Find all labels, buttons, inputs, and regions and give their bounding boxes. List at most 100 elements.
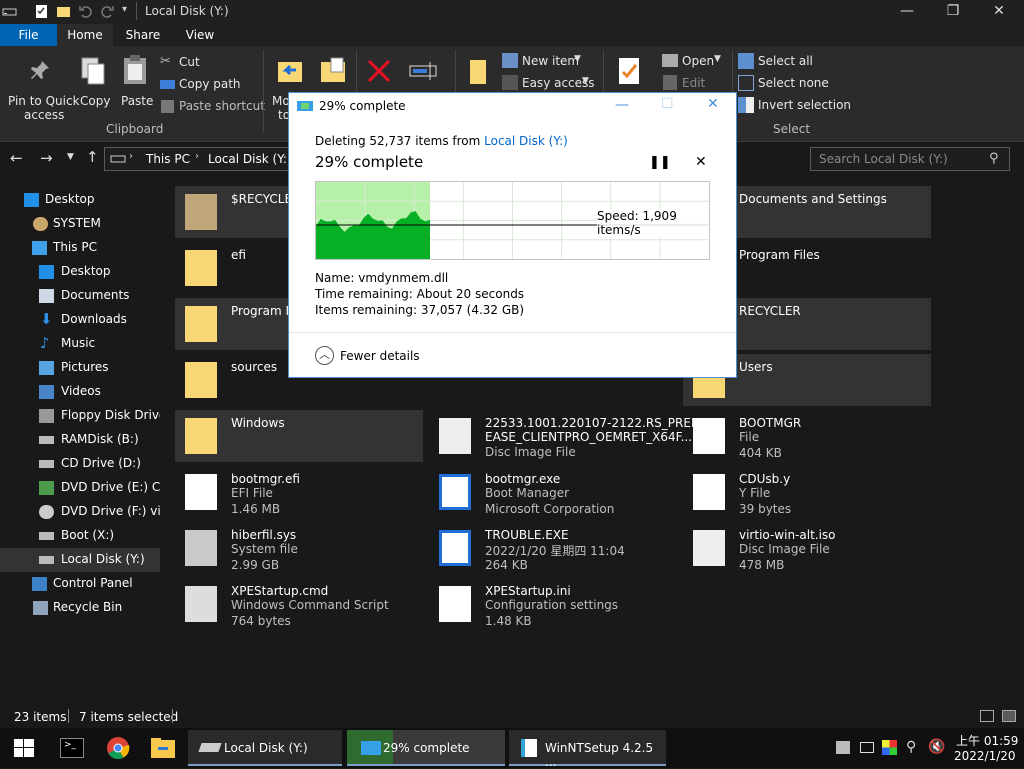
sidebar-item-cd-drive[interactable]: CD Drive (D:) — [0, 452, 160, 476]
keyboard-icon[interactable] — [860, 742, 874, 753]
taskbar-app-progress[interactable]: 29% complete — [347, 730, 505, 766]
list-item[interactable]: virtio-win-alt.iso Disc Image File 478 M… — [683, 522, 931, 574]
chrome-icon[interactable] — [106, 736, 130, 760]
sidebar-item-desktop-folder[interactable]: Desktop — [0, 260, 160, 284]
easy-access-button[interactable]: Easy access ▼ — [502, 74, 595, 92]
list-item[interactable]: Windows — [175, 410, 423, 462]
undo-icon[interactable] — [78, 4, 93, 19]
minimize-button[interactable]: — — [615, 97, 629, 113]
color-tray-icon[interactable] — [882, 740, 897, 755]
sidebar-item-pictures[interactable]: Pictures — [0, 356, 160, 380]
customize-quick-access-chevron-icon[interactable]: ▾ — [122, 4, 127, 15]
taskbar-app-local-disk[interactable]: Local Disk (Y:) — [188, 730, 342, 766]
pause-button[interactable]: ❚❚ — [649, 155, 671, 170]
command-prompt-icon[interactable]: >_ — [60, 738, 84, 758]
clock-time[interactable]: 上午 01:59 — [956, 732, 1018, 749]
sidebar-item-local-disk[interactable]: Local Disk (Y:) — [0, 548, 160, 572]
paste-button[interactable]: Paste — [118, 50, 154, 110]
file-explorer-icon[interactable] — [150, 737, 176, 759]
list-item[interactable]: bootmgr.exe Boot Manager Microsoft Corpo… — [429, 466, 677, 518]
sidebar-item-dvd-f[interactable]: DVD Drive (F:) virti — [0, 500, 160, 524]
sidebar-item-videos[interactable]: Videos — [0, 380, 160, 404]
list-item[interactable]: 22533.1001.220107-2122.RS_PREREL EASE_CL… — [429, 410, 714, 462]
sidebar-item-this-pc[interactable]: This PC — [0, 236, 160, 260]
copy-button[interactable]: Copy — [76, 50, 110, 110]
taskbar-app-winntsetup[interactable]: WinNTSetup 4.2.5 ... — [509, 730, 666, 769]
list-item[interactable]: BOOTMGR File 404 KB — [683, 410, 931, 462]
breadcrumb-local-disk[interactable]: Local Disk (Y:) — [208, 152, 292, 166]
pin-label-line2: access — [24, 108, 65, 122]
select-none-label: Select none — [758, 76, 829, 90]
drive-icon — [39, 556, 54, 564]
open-button[interactable]: Open ▼ — [662, 52, 732, 70]
select-none-button[interactable]: Select none — [738, 74, 838, 92]
cancel-button[interactable]: ✕ — [695, 154, 707, 170]
new-folder-button[interactable] — [460, 50, 496, 90]
back-arrow-icon[interactable]: ← — [10, 149, 23, 167]
new-folder-icon[interactable] — [56, 4, 71, 19]
sidebar-item-music[interactable]: ♪ Music — [0, 332, 160, 356]
maximize-button[interactable]: ❐ — [930, 0, 976, 24]
clock-date[interactable]: 2022/1/20 — [954, 749, 1016, 763]
recent-locations-chevron-icon[interactable]: ▼ — [67, 152, 74, 162]
sidebar-item-control-panel[interactable]: Control Panel — [0, 572, 160, 596]
pin-to-quick-access-button[interactable]: Pin to Quick access — [4, 50, 80, 122]
edit-button[interactable]: Edit — [662, 74, 732, 92]
sidebar-item-floppy[interactable]: Floppy Disk Drive — [0, 404, 160, 428]
rename-button[interactable] — [404, 50, 442, 90]
copy-to-button[interactable] — [316, 50, 352, 90]
new-item-button[interactable]: New item ▼ — [502, 52, 592, 70]
usb-icon[interactable]: ⚲ — [906, 739, 916, 755]
sidebar-item-recycle-bin[interactable]: Recycle Bin — [0, 596, 160, 620]
tiles-view-icon[interactable] — [1002, 710, 1016, 722]
sidebar-item-ramdisk[interactable]: RAMDisk (B:) — [0, 428, 160, 452]
tab-file[interactable]: File — [0, 24, 57, 46]
list-item[interactable]: XPEStartup.cmd Windows Command Script 76… — [175, 578, 423, 630]
search-icon[interactable]: ⚲ — [989, 151, 999, 166]
search-input[interactable]: Search Local Disk (Y:) ⚲ — [810, 147, 1010, 171]
disc-image-icon — [439, 418, 471, 454]
close-button[interactable]: ✕ — [707, 96, 719, 112]
details-view-icon[interactable] — [980, 710, 994, 722]
list-item[interactable]: XPEStartup.ini Configuration settings 1.… — [429, 578, 677, 630]
close-button[interactable]: ✕ — [976, 0, 1022, 24]
network-icon[interactable] — [836, 741, 850, 754]
select-all-label: Select all — [758, 54, 813, 68]
fewer-details-button[interactable]: ︿ Fewer details — [315, 346, 425, 366]
maximize-button[interactable]: ☐ — [661, 96, 674, 112]
delete-button[interactable] — [362, 50, 398, 90]
forward-arrow-icon[interactable]: → — [40, 149, 53, 167]
list-item[interactable]: hiberfil.sys System file 2.99 GB — [175, 522, 423, 574]
sidebar-item-boot[interactable]: Boot (X:) — [0, 524, 160, 548]
select-all-button[interactable]: Select all — [738, 52, 838, 70]
tab-home[interactable]: Home — [57, 24, 113, 46]
redo-icon[interactable] — [100, 4, 115, 19]
sidebar-item-system[interactable]: SYSTEM — [0, 212, 160, 236]
list-item[interactable]: TROUBLE.EXE 2022/1/20 星期四 11:04 264 KB — [429, 522, 677, 574]
sidebar-item-documents[interactable]: Documents — [0, 284, 160, 308]
windows-start-icon[interactable] — [14, 739, 34, 757]
up-arrow-icon[interactable]: ↑ — [86, 148, 99, 166]
volume-muted-icon[interactable]: 🔇 — [928, 739, 945, 755]
properties-icon[interactable] — [34, 4, 49, 19]
easy-access-icon — [502, 75, 518, 90]
tab-share[interactable]: Share — [115, 24, 171, 46]
sidebar-item-downloads[interactable]: ⬇ Downloads — [0, 308, 160, 332]
drive-icon — [110, 155, 126, 163]
sidebar-item-dvd-e[interactable]: DVD Drive (E:) CPF — [0, 476, 160, 500]
minimize-button[interactable]: — — [884, 0, 930, 24]
copy-path-button[interactable]: Copy path — [160, 76, 260, 94]
properties-button[interactable] — [612, 50, 648, 90]
source-link[interactable]: Local Disk (Y:) — [484, 134, 568, 148]
cut-button[interactable]: ✂ Cut — [160, 54, 260, 72]
sidebar-item-desktop[interactable]: Desktop — [0, 188, 160, 212]
paste-shortcut-button[interactable]: Paste shortcut — [160, 98, 270, 116]
open-icon — [662, 54, 678, 67]
disc-icon — [39, 505, 54, 519]
list-item[interactable]: CDUsb.y Y File 39 bytes — [683, 466, 931, 518]
window-title: Local Disk (Y:) — [145, 4, 229, 18]
breadcrumb-this-pc[interactable]: This PC — [146, 152, 190, 166]
tab-view[interactable]: View — [173, 24, 227, 46]
invert-selection-button[interactable]: Invert selection — [738, 96, 851, 114]
list-item[interactable]: bootmgr.efi EFI File 1.46 MB — [175, 466, 423, 518]
